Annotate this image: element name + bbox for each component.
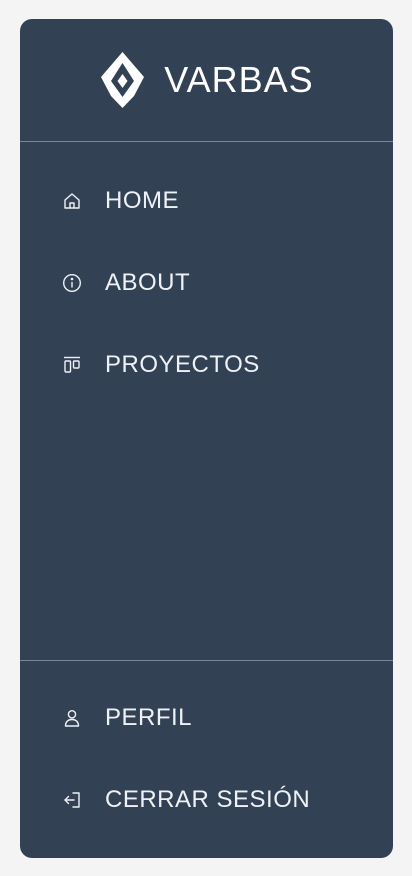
nav-label-home: HOME [105,187,179,214]
nav-item-home[interactable]: HOME [20,160,393,242]
nav-divider [20,660,393,661]
nav-label-proyectos: PROYECTOS [105,351,260,378]
main-nav: HOME ABOUT PROYECTOS [20,160,393,406]
home-icon [62,191,82,211]
user-icon [62,708,82,728]
nav-item-cerrar-sesion[interactable]: CERRAR SESIÓN [20,759,393,841]
nav-label-about: ABOUT [105,269,191,296]
logout-icon [62,790,82,810]
varbas-logo-icon [101,52,145,108]
sidebar: VARBAS HOME ABOUT PROYECTOS PERFIL CERRA… [20,19,393,858]
nav-item-about[interactable]: ABOUT [20,242,393,324]
info-icon [62,273,82,293]
nav-item-proyectos[interactable]: PROYECTOS [20,324,393,406]
brand-name: VARBAS [164,59,314,100]
account-nav: PERFIL CERRAR SESIÓN [20,677,393,841]
nav-label-perfil: PERFIL [105,704,193,731]
nav-label-cerrar-sesion: CERRAR SESIÓN [105,786,311,813]
nav-item-perfil[interactable]: PERFIL [20,677,393,759]
projects-icon [62,355,82,375]
brand-header: VARBAS [20,19,393,142]
